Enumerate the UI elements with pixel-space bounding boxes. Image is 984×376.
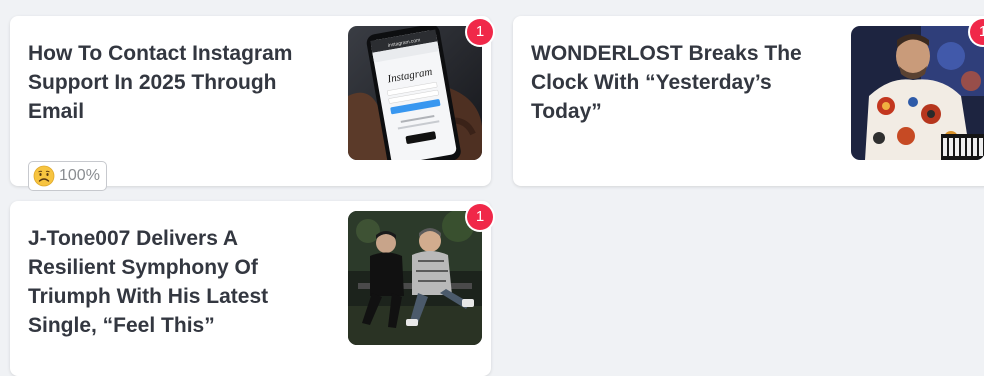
notification-badge: 1 [467, 19, 493, 45]
reaction-percent: 100% [59, 167, 100, 184]
reaction-summary[interactable]: 100% [28, 161, 107, 191]
article-thumbnail[interactable] [851, 26, 984, 160]
article-title[interactable]: WONDERLOST Breaks The Clock With “Yester… [531, 39, 831, 126]
phone-instagram-photo: instagram.com Instagram [348, 26, 482, 160]
article-thumbnail[interactable] [348, 211, 482, 345]
two-men-sitting-photo [348, 211, 482, 345]
article-title[interactable]: J-Tone007 Delivers A Resilient Symphony … [28, 224, 328, 340]
article-card-instagram-support[interactable]: How To Contact Instagram Support In 2025… [10, 16, 493, 191]
musician-keyboard-photo [851, 26, 984, 160]
article-thumbnail[interactable]: instagram.com Instagram [348, 26, 482, 160]
notification-badge: 1 [467, 204, 493, 230]
sad-face-icon [33, 165, 55, 187]
article-card-j-tone007[interactable]: J-Tone007 Delivers A Resilient Symphony … [10, 201, 493, 376]
article-title[interactable]: How To Contact Instagram Support In 2025… [28, 39, 328, 126]
article-card-wonderlost[interactable]: WONDERLOST Breaks The Clock With “Yester… [513, 16, 984, 186]
